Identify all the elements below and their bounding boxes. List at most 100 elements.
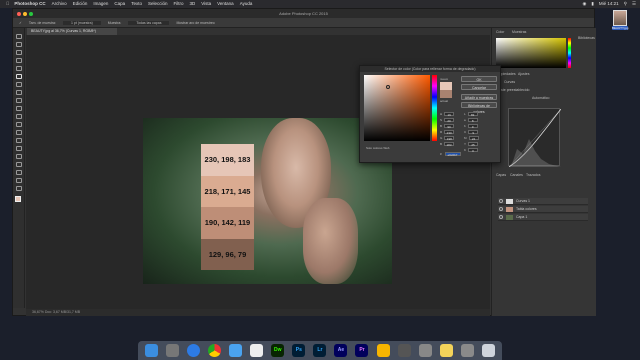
eraser-tool-icon[interactable] (16, 114, 22, 119)
swatch-1[interactable]: 230, 198, 183 (201, 144, 254, 176)
add-to-swatches-button[interactable]: Añadir a muestras (461, 94, 497, 100)
menu-item-archivo[interactable]: Archivo (52, 0, 67, 8)
swatch-2[interactable]: 218, 171, 145 (201, 175, 254, 207)
stamp-tool-icon[interactable] (16, 98, 22, 103)
field-r[interactable]: R 230 (440, 130, 455, 135)
web-only-checkbox[interactable]: Solo colores Web (366, 146, 389, 150)
hue-slider[interactable] (568, 38, 571, 68)
pen-tool-icon[interactable] (16, 146, 22, 151)
photoshop-icon[interactable]: Ps (292, 344, 306, 357)
tab-swatches[interactable]: Muestras (512, 30, 526, 34)
libraries-tab[interactable]: Bibliotecas (578, 36, 595, 40)
desktop-file[interactable]: BEAUTY.jpg (612, 10, 628, 34)
healing-tool-icon[interactable] (16, 82, 22, 87)
history-brush-tool-icon[interactable] (16, 106, 22, 111)
field-hex[interactable]: # e6c6b7 (440, 152, 461, 157)
eyedropper-tool-icon[interactable] (16, 74, 22, 79)
finder-icon[interactable] (145, 344, 159, 357)
option-show-ring-checkbox[interactable]: Mostrar aro de muestreo (176, 21, 214, 25)
camera-icon[interactable] (397, 344, 411, 357)
document-tab[interactable]: BEAUTY.jpg al 36,7% (Curvas 1, RGB/8*) (27, 28, 117, 35)
type-tool-icon[interactable] (16, 154, 22, 159)
portrait-photo[interactable]: 230, 198, 183 218, 171, 145 190, 142, 11… (143, 118, 392, 284)
eye-icon[interactable] (499, 207, 503, 211)
option-sample-select[interactable]: Todas las capas (128, 21, 170, 25)
after-effects-icon[interactable]: Ae (334, 344, 348, 357)
clock[interactable]: Mié 14:21 (599, 0, 619, 8)
menu-item-texto[interactable]: Texto (131, 0, 142, 8)
auto-button[interactable]: Automático (532, 96, 550, 100)
eye-icon[interactable] (499, 199, 503, 203)
field-b-rgb[interactable]: B 183 (440, 142, 455, 147)
menu-item-edicion[interactable]: Edición (73, 0, 88, 8)
preferences-icon[interactable] (460, 344, 474, 357)
option-sample-size-select[interactable]: 1 pt (muestra) (62, 21, 101, 25)
trash-icon[interactable] (481, 344, 495, 357)
photos-icon[interactable] (250, 344, 264, 357)
eyedropper-icon[interactable]: ✓ (19, 21, 22, 25)
shape-tool-icon[interactable] (16, 170, 22, 175)
crop-tool-icon[interactable] (16, 66, 22, 71)
field-b[interactable]: B 90 (440, 124, 455, 129)
hand-tool-icon[interactable] (16, 178, 22, 183)
brush-tool-icon[interactable] (16, 90, 22, 95)
field-y[interactable]: Y 25 (464, 142, 479, 147)
settings-icon[interactable] (418, 344, 432, 357)
marquee-tool-icon[interactable] (16, 42, 22, 47)
tab-channels[interactable]: Canales (510, 173, 523, 177)
apple-icon[interactable]:  (6, 0, 9, 8)
premiere-icon[interactable]: Pr (355, 344, 369, 357)
field-lab-b[interactable]: b9 (464, 124, 478, 129)
field-h[interactable]: H 19 (440, 112, 455, 117)
chrome-icon[interactable] (208, 344, 222, 357)
tab-paths[interactable]: Trazados (526, 173, 540, 177)
wifi-icon[interactable]: ◉ (582, 0, 586, 8)
field-a[interactable]: a8 (464, 118, 478, 123)
swatch-4[interactable]: 129, 96, 79 (201, 238, 254, 270)
lightroom-icon[interactable]: Lr (313, 344, 327, 357)
mail-icon[interactable] (229, 344, 243, 357)
hue-slider[interactable] (432, 75, 437, 141)
saturation-brightness-field[interactable] (364, 75, 430, 141)
dreamweaver-icon[interactable]: Dw (271, 344, 285, 357)
color-libraries-button[interactable]: Bibliotecas de colores (461, 102, 497, 114)
close-icon[interactable] (17, 11, 21, 16)
safari-icon[interactable] (187, 344, 201, 357)
menu-item-capa[interactable]: Capa (114, 0, 125, 8)
curves-graph[interactable] (508, 108, 562, 168)
quick-select-tool-icon[interactable] (16, 58, 22, 63)
cancel-button[interactable]: Cancelar (461, 84, 497, 90)
menu-item-seleccion[interactable]: Selección (148, 0, 168, 8)
minimize-icon[interactable] (23, 11, 27, 16)
swatch-3[interactable]: 190, 142, 119 (201, 207, 254, 239)
current-color[interactable] (440, 90, 452, 98)
tab-layers[interactable]: Capas (496, 173, 506, 177)
tab-adjustments[interactable]: Ajustes (518, 72, 529, 76)
field-c[interactable]: C9 (464, 130, 479, 135)
move-tool-icon[interactable] (16, 34, 22, 39)
blur-tool-icon[interactable] (16, 130, 22, 135)
color-field[interactable] (496, 38, 566, 68)
preset-label[interactable]: Ajuste preestablecido (496, 88, 529, 92)
search-icon[interactable]: ⚲ (624, 0, 627, 8)
menu-app-name[interactable]: Photoshop CC (14, 0, 45, 8)
field-m[interactable]: M 24 (464, 136, 479, 141)
dodge-tool-icon[interactable] (16, 138, 22, 143)
field-s[interactable]: S 20 (440, 118, 455, 123)
menu-item-imagen[interactable]: Imagen (93, 0, 108, 8)
launchpad-icon[interactable] (166, 344, 180, 357)
zoom-icon[interactable] (29, 11, 33, 16)
ok-button[interactable]: OK (461, 76, 497, 82)
menu-item-3d[interactable]: 3D (189, 0, 195, 8)
gradient-tool-icon[interactable] (16, 122, 22, 127)
field-g[interactable]: G 198 (440, 136, 455, 141)
menu-item-filtro[interactable]: Filtro (173, 0, 183, 8)
lasso-tool-icon[interactable] (16, 50, 22, 55)
eye-icon[interactable] (499, 215, 503, 219)
path-select-tool-icon[interactable] (16, 162, 22, 167)
battery-icon[interactable]: ▮ (591, 0, 593, 8)
zoom-tool-icon[interactable] (16, 186, 22, 191)
menu-item-ventana[interactable]: Ventana (217, 0, 234, 8)
picker-cursor[interactable] (386, 85, 390, 89)
layer-row-2[interactable]: Tabla colores (498, 206, 588, 213)
